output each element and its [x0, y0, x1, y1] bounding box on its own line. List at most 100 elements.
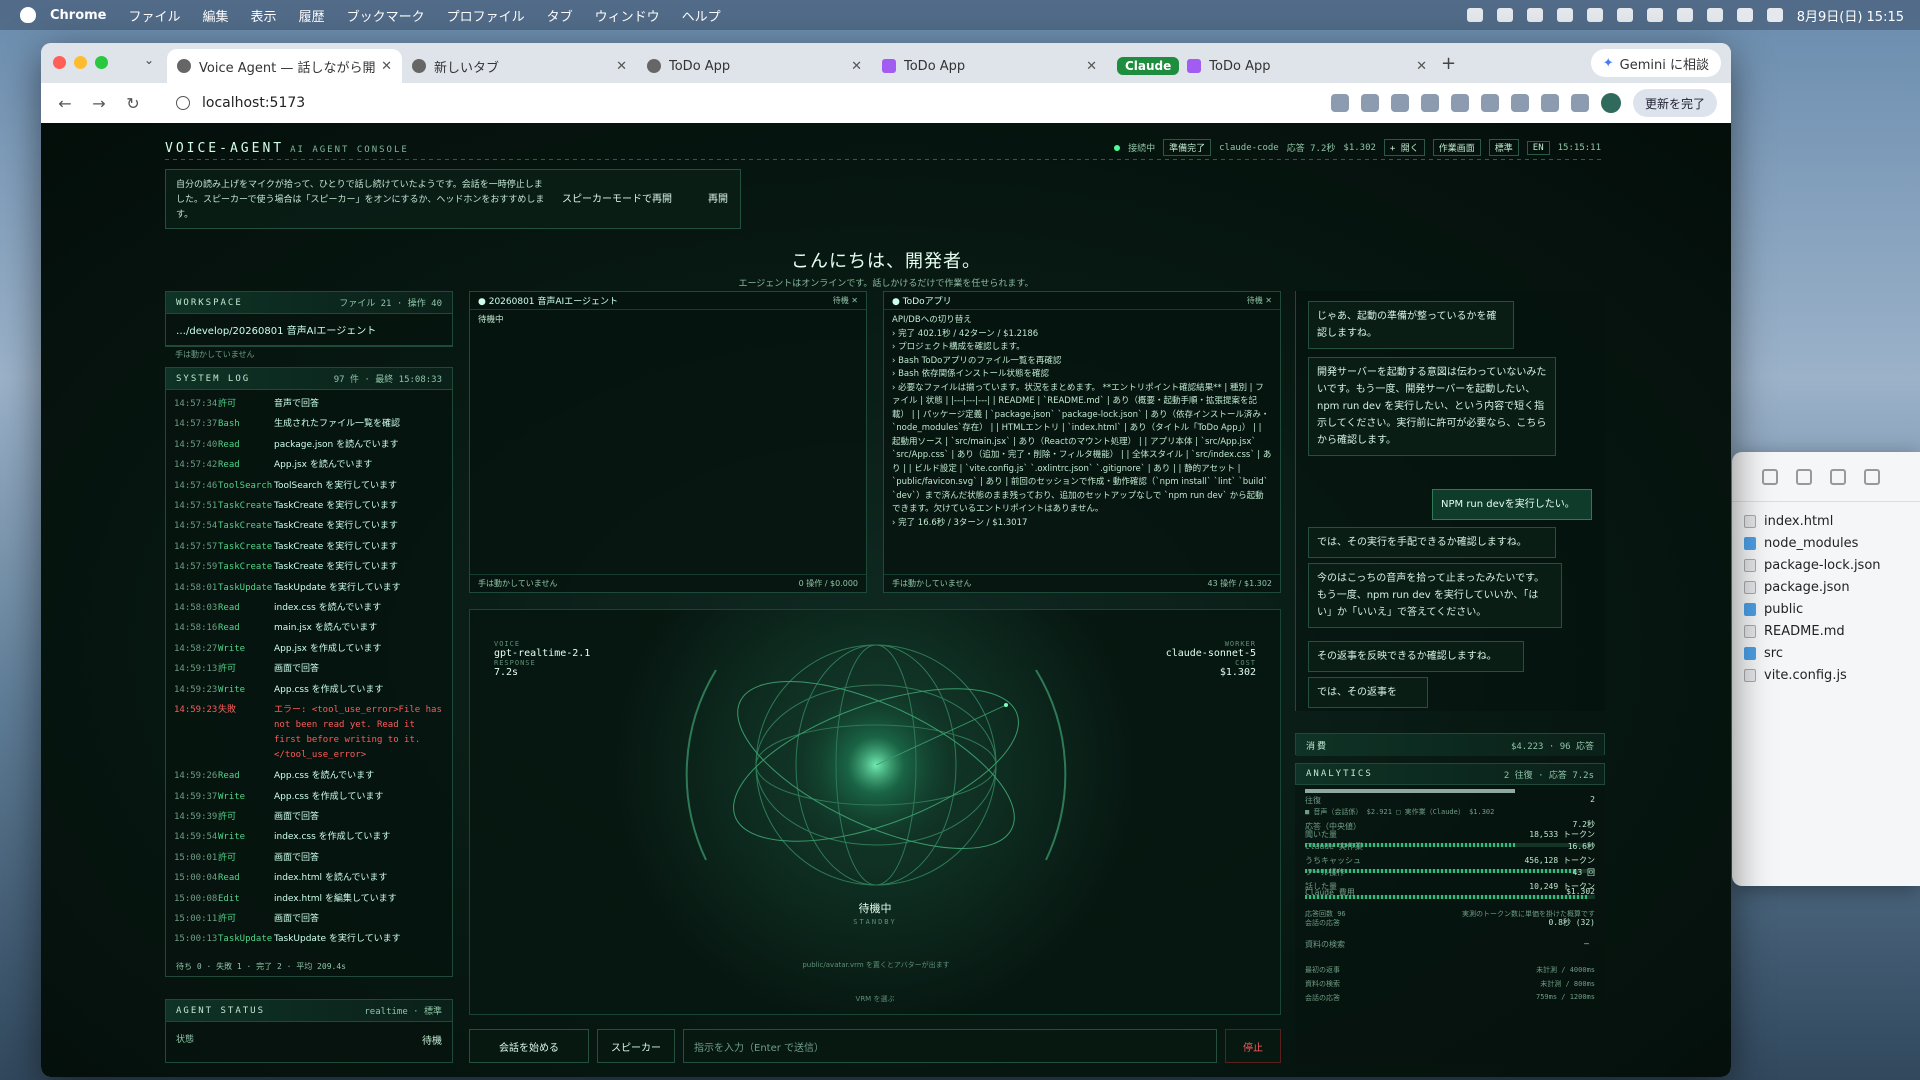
- search-icon[interactable]: [1864, 468, 1880, 485]
- status-icon[interactable]: [1496, 8, 1513, 22]
- minimize-window-button[interactable]: [74, 56, 87, 69]
- tab-todo-1[interactable]: ToDo App ✕: [637, 49, 872, 83]
- close-tab-icon[interactable]: ✕: [1086, 59, 1097, 74]
- finder-item[interactable]: index.html: [1732, 510, 1920, 532]
- finder-item[interactable]: node_modules: [1732, 532, 1920, 554]
- close-tab-icon[interactable]: ✕: [851, 59, 862, 74]
- log-row: 14:58:03 Read index.css を読んでいます: [174, 603, 382, 614]
- voice-orb[interactable]: [676, 610, 1076, 950]
- new-tab-button[interactable]: +: [1441, 53, 1456, 74]
- open-button[interactable]: + 開く: [1383, 139, 1425, 156]
- profile-avatar[interactable]: [1600, 93, 1621, 113]
- finder-item[interactable]: vite.config.js: [1732, 664, 1920, 686]
- extension-icon[interactable]: [1510, 94, 1529, 112]
- file-icon: [1744, 668, 1756, 682]
- session-line: › 必要なファイルは揃っています。状況をまとめます。 **エントリポイント確認結…: [892, 382, 1272, 515]
- site-info-icon[interactable]: [176, 96, 190, 110]
- menu-view[interactable]: 表示: [251, 6, 277, 25]
- finder-item[interactable]: package-lock.json: [1732, 554, 1920, 576]
- update-button[interactable]: 更新を完了: [1632, 89, 1717, 117]
- chat-message-agent: じゃあ、起動の準備が整っているかを確認しますね。: [1308, 301, 1514, 349]
- close-tab-icon[interactable]: ✕: [616, 59, 627, 74]
- close-session-icon[interactable]: ✕: [851, 296, 858, 305]
- menu-file[interactable]: ファイル: [129, 6, 181, 25]
- battery-icon[interactable]: [1676, 8, 1693, 22]
- folder-icon: [1744, 536, 1756, 550]
- close-tab-icon[interactable]: ✕: [1416, 59, 1427, 74]
- finder-item[interactable]: src: [1732, 642, 1920, 664]
- mode-select[interactable]: 標準: [1488, 139, 1519, 156]
- tab-new[interactable]: 新しいタブ ✕: [402, 49, 637, 83]
- zoom-icon[interactable]: [1330, 94, 1349, 112]
- tag-icon[interactable]: [1796, 468, 1812, 485]
- spotlight-icon[interactable]: [1736, 8, 1753, 22]
- apple-icon[interactable]: [20, 7, 36, 23]
- status-icon[interactable]: [1526, 8, 1543, 22]
- command-input[interactable]: 指示を入力（Enter で送信）: [683, 1029, 1217, 1063]
- extension-icon[interactable]: [1480, 94, 1499, 112]
- menu-bookmarks[interactable]: ブックマーク: [347, 6, 425, 25]
- finder-item[interactable]: package.json: [1732, 576, 1920, 598]
- status-icon[interactable]: [1556, 8, 1573, 22]
- puzzle-icon[interactable]: [1570, 94, 1589, 112]
- menu-history[interactable]: 履歴: [299, 6, 325, 25]
- choose-vrm-link[interactable]: VRM を選ぶ: [470, 994, 1280, 1004]
- bluetooth-icon[interactable]: [1646, 8, 1663, 22]
- more-icon[interactable]: [1830, 468, 1846, 485]
- status-icon[interactable]: [1616, 8, 1633, 22]
- speaker-toggle[interactable]: スピーカー: [597, 1029, 675, 1063]
- tab-todo-3[interactable]: Claude ToDo App ✕: [1107, 49, 1437, 83]
- url-field[interactable]: localhost:5173: [176, 90, 1316, 116]
- mic-icon[interactable]: [1390, 94, 1409, 112]
- menu-profile[interactable]: プロファイル: [447, 6, 525, 25]
- reload-icon[interactable]: ↻: [123, 94, 143, 113]
- lang-toggle[interactable]: EN: [1526, 140, 1550, 155]
- stop-button[interactable]: 停止: [1225, 1029, 1281, 1063]
- extension-icon[interactable]: [1540, 94, 1559, 112]
- chat-message-agent: では、その返事を: [1308, 677, 1428, 708]
- agent-state-row: 状態 待機: [166, 1022, 452, 1057]
- tab-group-label[interactable]: Claude: [1117, 57, 1180, 75]
- finder-item[interactable]: public: [1732, 598, 1920, 620]
- zoom-window-button[interactable]: [95, 56, 108, 69]
- resume-button[interactable]: 再開: [708, 192, 728, 207]
- close-session-icon[interactable]: ✕: [1265, 296, 1272, 305]
- translate-icon[interactable]: [1420, 94, 1439, 112]
- close-tab-icon[interactable]: ✕: [381, 59, 392, 74]
- tab-strip: Voice Agent — 話しながら開発 ✕ 新しいタブ ✕ ToDo App…: [167, 49, 1437, 83]
- menu-app[interactable]: Chrome: [50, 8, 107, 23]
- bookmark-star-icon[interactable]: [1360, 94, 1379, 112]
- extension-icon[interactable]: [1450, 94, 1469, 112]
- finder-item[interactable]: README.md: [1732, 620, 1920, 642]
- globe-icon: [177, 59, 191, 73]
- tab-todo-2[interactable]: ToDo App ✕: [872, 49, 1107, 83]
- share-icon[interactable]: [1762, 468, 1778, 485]
- forward-icon[interactable]: →: [89, 94, 109, 113]
- log-row: 15:00:08 Edit index.html を編集しています: [174, 893, 397, 904]
- chrome-window: ⌄ Voice Agent — 話しながら開発 ✕ 新しいタブ ✕ ToDo A…: [41, 43, 1731, 1077]
- workspace-path[interactable]: …/develop/20260801 音声AIエージェント: [166, 314, 452, 346]
- session-header: ● ToDoアプリ 待機 ✕: [884, 292, 1280, 310]
- menu-window[interactable]: ウィンドウ: [595, 6, 660, 25]
- tab-search-chevron-icon[interactable]: ⌄: [137, 53, 161, 73]
- control-center-icon[interactable]: [1766, 8, 1783, 22]
- menubar-clock[interactable]: 8月9日(日) 15:15: [1797, 6, 1904, 25]
- file-icon: [1744, 624, 1756, 638]
- chat-panel[interactable]: じゃあ、起動の準備が整っているかを確認しますね。 開発サーバーを起動する意図は伝…: [1295, 291, 1605, 711]
- status-icon[interactable]: [1586, 8, 1603, 22]
- gemini-button[interactable]: ✦ Gemini に相談: [1590, 49, 1721, 77]
- menu-help[interactable]: ヘルプ: [682, 6, 721, 25]
- menu-tab[interactable]: タブ: [547, 6, 573, 25]
- roundtrip-bar: [1305, 789, 1515, 793]
- menu-edit[interactable]: 編集: [203, 6, 229, 25]
- resume-speaker-button[interactable]: スピーカーモードで再開: [562, 192, 672, 207]
- back-icon[interactable]: ←: [55, 94, 75, 113]
- tab-voice-agent[interactable]: Voice Agent — 話しながら開発 ✕: [167, 49, 402, 83]
- work-screen-button[interactable]: 作業画面: [1432, 139, 1481, 156]
- close-window-button[interactable]: [53, 56, 66, 69]
- wifi-icon[interactable]: [1706, 8, 1723, 22]
- cost-panel: 消費 $4.223 · 96 応答: [1295, 733, 1605, 756]
- status-icon[interactable]: [1466, 8, 1483, 22]
- log-list[interactable]: 14:57:34 許可 音声で回答 14:57:37 Bash 生成されたファイル一覧を確…: [166, 390, 452, 950]
- start-conversation-button[interactable]: 会話を始める: [469, 1029, 589, 1063]
